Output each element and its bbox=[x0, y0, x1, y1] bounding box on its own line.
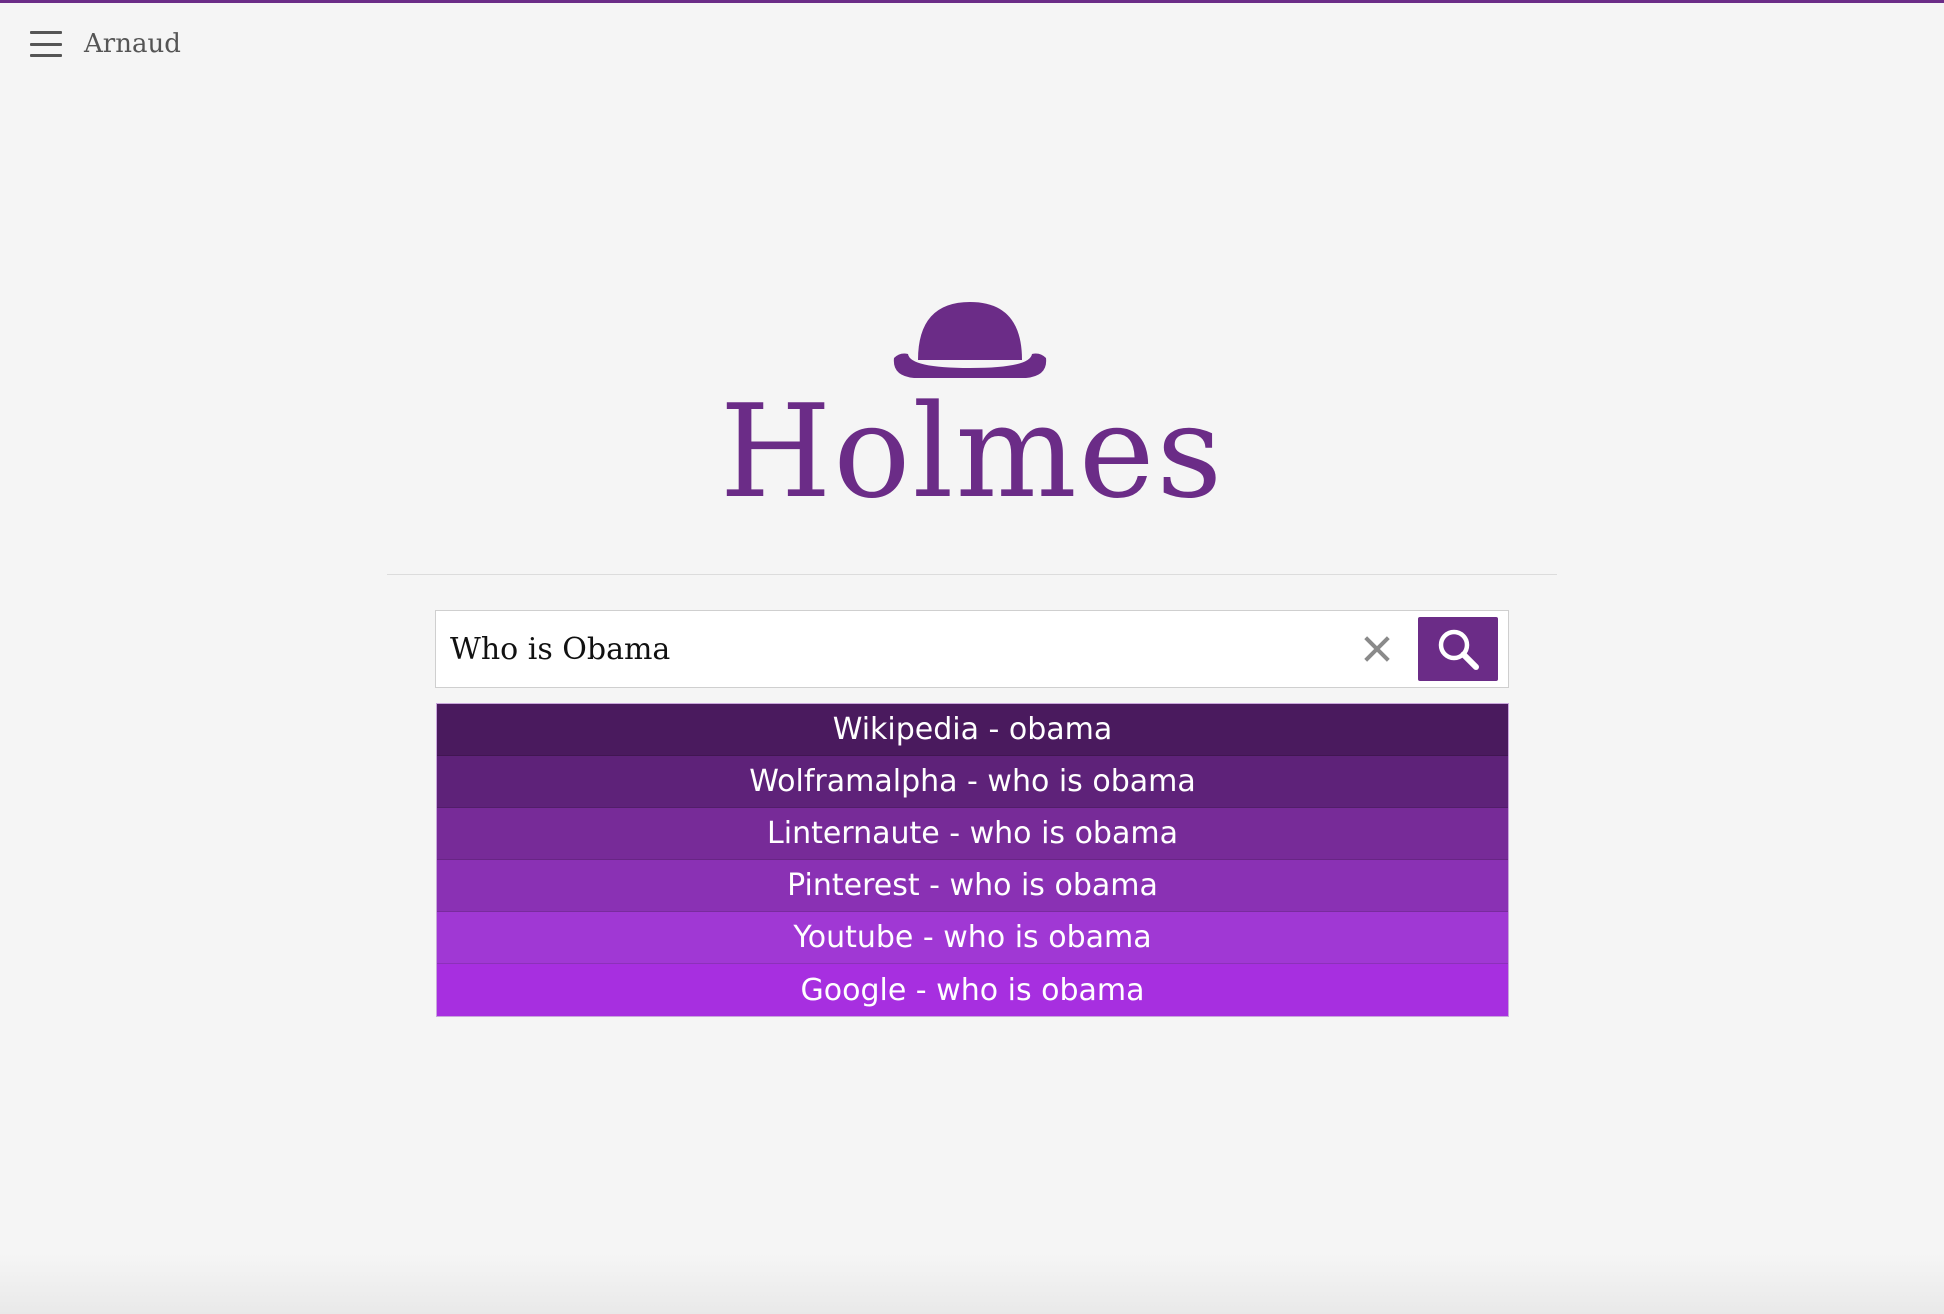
suggestions-list: Wikipedia - obama Wolframalpha - who is … bbox=[436, 703, 1509, 1017]
top-accent-bar bbox=[0, 0, 1944, 3]
user-name[interactable]: Arnaud bbox=[84, 29, 181, 59]
suggestion-item[interactable]: Wikipedia - obama bbox=[437, 704, 1508, 756]
logo-title: Holmes bbox=[719, 378, 1225, 527]
suggestion-item[interactable]: Linternaute - who is obama bbox=[437, 808, 1508, 860]
search-input[interactable] bbox=[436, 613, 1362, 685]
search-button[interactable] bbox=[1418, 617, 1498, 681]
top-bar: Arnaud bbox=[30, 24, 181, 64]
divider bbox=[387, 574, 1557, 575]
search-box bbox=[435, 610, 1509, 688]
suggestion-item[interactable]: Pinterest - who is obama bbox=[437, 860, 1508, 912]
suggestion-item[interactable]: Wolframalpha - who is obama bbox=[437, 756, 1508, 808]
clear-icon[interactable] bbox=[1362, 634, 1392, 664]
suggestion-item[interactable]: Youtube - who is obama bbox=[437, 912, 1508, 964]
bowler-hat-icon bbox=[893, 302, 1047, 378]
hamburger-menu-icon[interactable] bbox=[30, 31, 64, 57]
bottom-fade bbox=[0, 1254, 1944, 1314]
search-icon bbox=[1438, 629, 1479, 670]
suggestion-item[interactable]: Google - who is obama bbox=[437, 964, 1508, 1016]
